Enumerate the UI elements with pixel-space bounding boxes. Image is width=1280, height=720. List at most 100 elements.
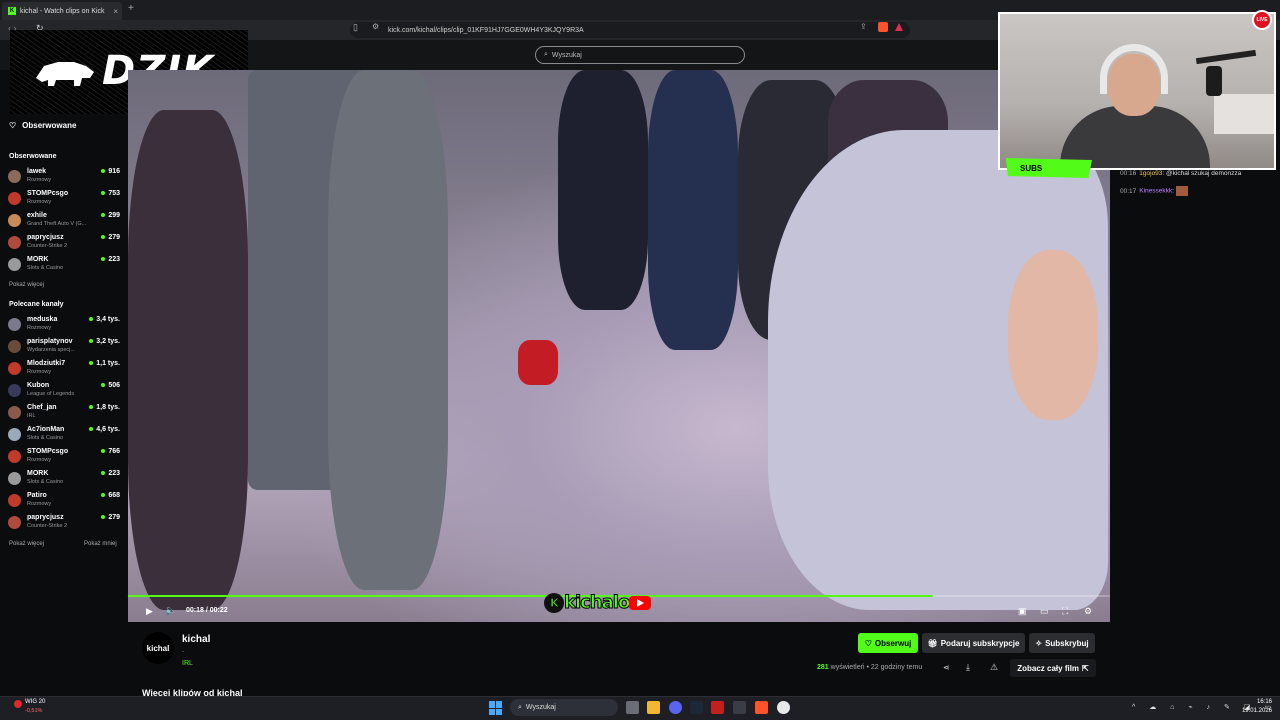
- show-less-link[interactable]: Pokaż mniej: [84, 541, 117, 547]
- channel-avatar: [8, 214, 21, 227]
- download-icon[interactable]: ⤓: [966, 662, 970, 673]
- channel-avatar[interactable]: kichal: [142, 632, 174, 664]
- sidebar-channel-item[interactable]: parisplatynov Wydarzenia specj... 3,2 tys.: [8, 338, 120, 358]
- sidebar-channel-item[interactable]: paprycjusz Counter-Strike 2 279: [8, 514, 120, 534]
- sidebar-channel-item[interactable]: meduska Rozmowy 3,4 tys.: [8, 316, 120, 336]
- live-dot-icon: [89, 317, 94, 322]
- video-time: 00:18 / 00:22: [186, 607, 228, 614]
- sidebar-channel-item[interactable]: Chef_jan IRL 1,8 tys.: [8, 404, 120, 424]
- ticker-name[interactable]: WIG 20: [25, 699, 45, 705]
- share-page-icon[interactable]: ⇪: [860, 22, 867, 31]
- channel-name: paprycjusz: [27, 234, 64, 241]
- category-link[interactable]: IRL: [182, 660, 193, 667]
- clock-time[interactable]: 16:16: [1242, 699, 1272, 705]
- clip-title: .: [182, 647, 184, 654]
- show-more-followed-link[interactable]: Pokaż więcej: [9, 282, 44, 288]
- brave-rewards-icon[interactable]: [895, 23, 903, 31]
- subscribe-button[interactable]: ✧ Subskrybuj: [1029, 633, 1095, 653]
- share-icon[interactable]: ⋖: [943, 663, 950, 672]
- channel-category: Grand Theft Auto V (G...: [27, 221, 87, 227]
- channel-avatar: [8, 340, 21, 353]
- live-dot-icon: [101, 257, 106, 262]
- url-field[interactable]: kick.com/kichal/clips/clip_01KF91HJ7GGE0…: [350, 22, 910, 38]
- sidebar-channel-item[interactable]: paprycjusz Counter-Strike 2 279: [8, 234, 120, 254]
- file-explorer-icon[interactable]: [647, 701, 660, 714]
- sidebar-channel-item[interactable]: Patiro Rozmowy 668: [8, 492, 120, 512]
- settings-gear-icon[interactable]: ⚙: [1084, 606, 1092, 617]
- steam-icon[interactable]: [690, 701, 703, 714]
- search-input[interactable]: ⌕ Wyszukaj: [535, 46, 745, 64]
- channel-avatar: [8, 362, 21, 375]
- gift-subs-button[interactable]: 🎁︎ Podaruj subskrypcje: [922, 633, 1025, 653]
- gift-icon: 🎁︎: [927, 638, 938, 648]
- channel-category: Slots & Casino: [27, 479, 64, 485]
- heart-icon: ♡: [9, 121, 17, 130]
- brave-browser-icon[interactable]: [755, 701, 768, 714]
- sidebar-channel-item[interactable]: MORK Slots & Casino 223: [8, 256, 120, 276]
- viewer-count-value: 223: [108, 470, 120, 477]
- discord-icon[interactable]: [669, 701, 682, 714]
- person-background-2: [648, 70, 738, 350]
- viewer-count-value: 3,2 tys.: [96, 338, 120, 345]
- watch-full-video-button[interactable]: Zobacz cały film ⇱: [1010, 659, 1096, 677]
- chat-username[interactable]: 1gojo93: [1139, 170, 1162, 177]
- sidebar-channel-item[interactable]: Kubon League of Legends 506: [8, 382, 120, 402]
- follow-button[interactable]: ♡ Obserwuj: [858, 633, 918, 653]
- sidebar-channel-item[interactable]: Mlodziutki7 Rozmowy 1,1 tys.: [8, 360, 120, 380]
- theater-mode-icon[interactable]: ▭: [1040, 606, 1049, 617]
- chat-username[interactable]: Kinessekkk: [1139, 188, 1172, 195]
- new-tab-button[interactable]: +: [128, 3, 134, 14]
- channel-category: Counter-Strike 2: [27, 523, 68, 529]
- viewer-count: 506: [101, 382, 120, 389]
- tab-close-icon[interactable]: ×: [113, 7, 118, 16]
- fullscreen-icon[interactable]: ⛶: [1062, 606, 1068, 617]
- channel-name: MORK: [27, 470, 49, 477]
- channel-name: Patiro: [27, 492, 47, 499]
- report-warning-icon[interactable]: ⚠: [990, 662, 998, 673]
- taskbar-search[interactable]: ⌕ Wyszukaj: [510, 699, 618, 716]
- sidebar-channel-item[interactable]: MORK Slots & Casino 223: [8, 470, 120, 490]
- browser-tab[interactable]: K kichal - Watch clips on Kick ×: [2, 2, 122, 20]
- cam-shelf: [1214, 94, 1274, 134]
- channel-category: Rozmowy: [27, 501, 52, 507]
- clip-age: • 22 godziny temu: [866, 664, 923, 671]
- windows-start-icon[interactable]: [489, 701, 503, 715]
- sidebar-channel-item[interactable]: lawek Rozmowy 916: [8, 168, 120, 188]
- video-player[interactable]: [128, 70, 1110, 622]
- sidebar-followed-link[interactable]: ♡ Obserwowane: [9, 121, 76, 130]
- play-icon[interactable]: ▶: [146, 606, 153, 617]
- channel-name[interactable]: kichal: [182, 634, 210, 645]
- search-placeholder: Wyszukaj: [551, 51, 582, 59]
- viewer-count-value: 279: [108, 514, 120, 521]
- show-more-link[interactable]: Pokaż więcej: [9, 541, 44, 547]
- followed-link-label: Obserwowane: [22, 121, 77, 130]
- gift-label: Podaruj subskrypcje: [940, 638, 1020, 648]
- chat-emote-icon: [1175, 186, 1188, 196]
- viewer-count-value: 668: [108, 492, 120, 499]
- viewer-count: 3,4 tys.: [89, 316, 120, 323]
- live-dot-icon: [101, 235, 106, 240]
- clock-date[interactable]: 19.01.2026: [1236, 708, 1272, 714]
- brave-shields-icon[interactable]: [878, 22, 888, 32]
- live-dot-icon: [101, 383, 106, 388]
- windows-taskbar: [0, 696, 1280, 720]
- task-view-icon[interactable]: [626, 701, 639, 714]
- pip-icon[interactable]: ▣: [1018, 606, 1027, 617]
- follow-label: Obserwuj: [874, 638, 912, 648]
- sidebar-channel-item[interactable]: exhile Grand Theft Auto V (G... 299: [8, 212, 120, 232]
- sidebar-channel-item[interactable]: STOMPcsgo Rozmowy 753: [8, 190, 120, 210]
- sidebar-channel-item[interactable]: Ac7ionMan Slots & Casino 4,6 tys.: [8, 426, 120, 446]
- bookmark-icon[interactable]: ▯: [353, 22, 358, 33]
- site-settings-icon[interactable]: ⚙: [372, 22, 379, 31]
- xbox-icon[interactable]: [733, 701, 746, 714]
- live-dot-icon: [101, 515, 106, 520]
- volume-icon[interactable]: 🔈: [165, 605, 176, 616]
- channel-name: parisplatynov: [27, 338, 73, 345]
- viewer-count-value: 1,1 tys.: [96, 360, 120, 367]
- channel-name: Ac7ionMan: [27, 426, 65, 433]
- app-icon-red[interactable]: [711, 701, 724, 714]
- cam-mic-arm: [1195, 49, 1257, 65]
- taskbar-search-placeholder: Wyszukaj: [525, 704, 556, 711]
- sidebar-channel-item[interactable]: STOMPcsgo Rozmowy 766: [8, 448, 120, 468]
- obs-icon[interactable]: [777, 701, 790, 714]
